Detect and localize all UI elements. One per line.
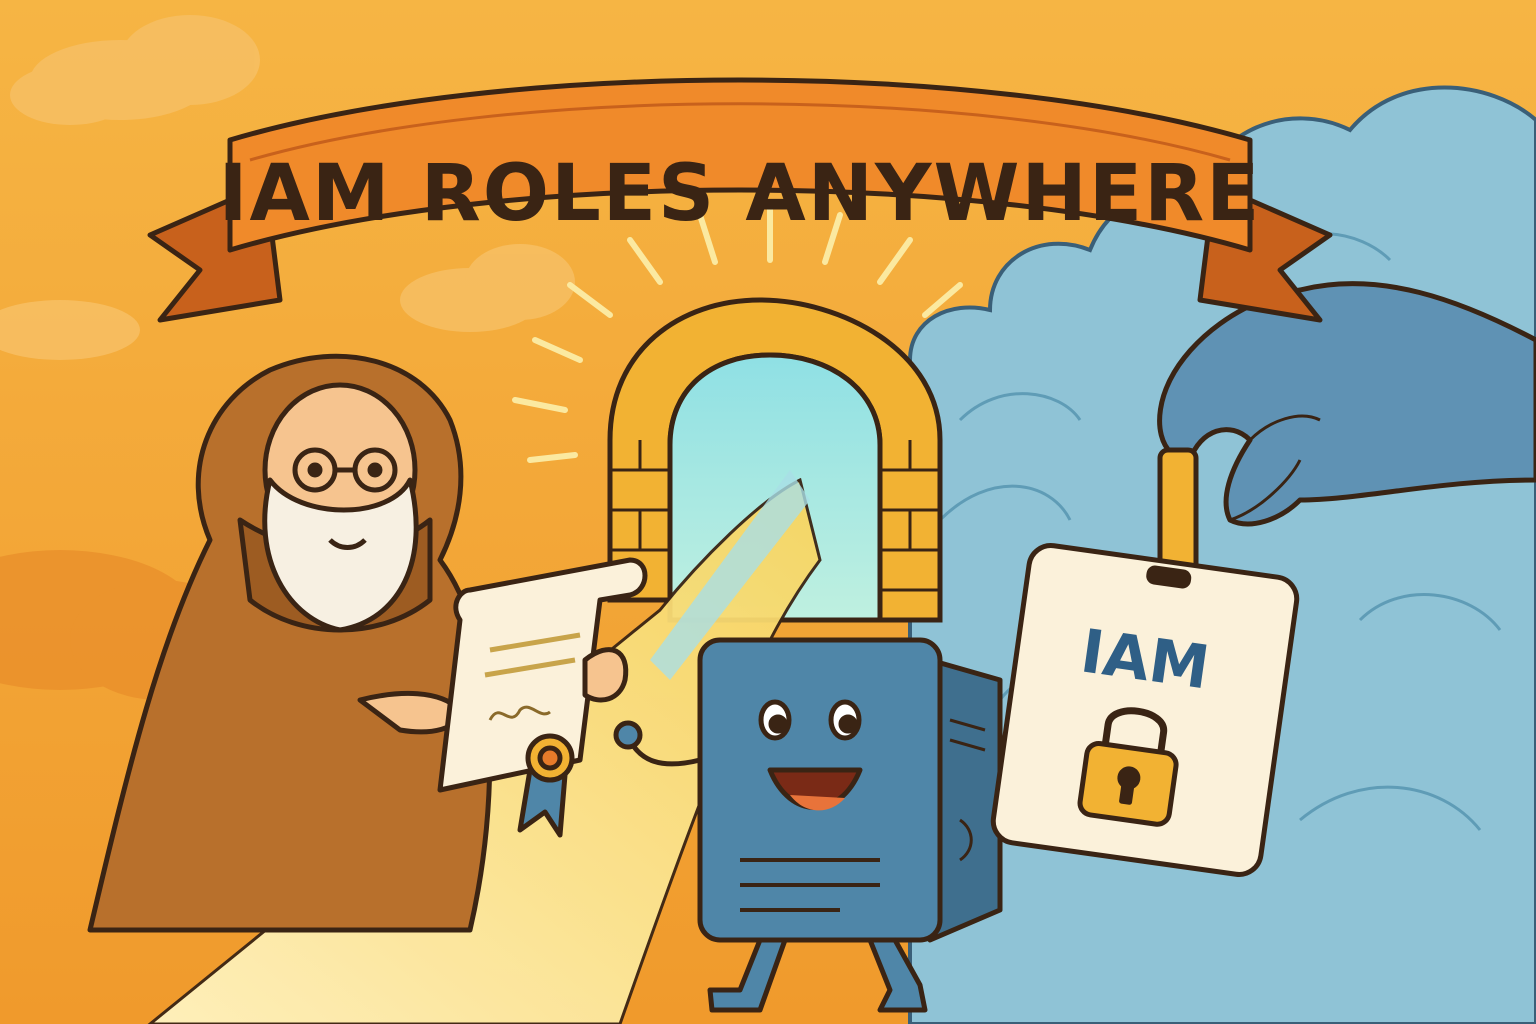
illustration-canvas: IAM IAM ROLES ANYWHERE [0,0,1536,1024]
banner-title: IAM ROLES ANYWHERE [219,149,1262,239]
illustration-scene: IAM IAM ROLES ANYWHERE [0,0,1536,1024]
